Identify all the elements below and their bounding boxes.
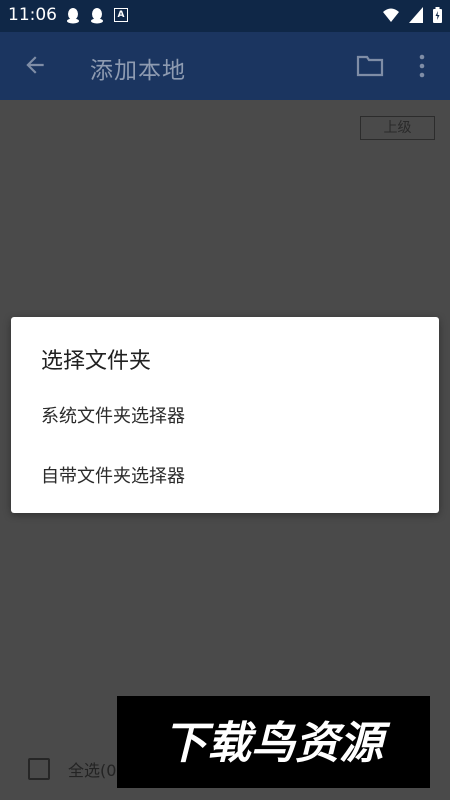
- app-notification-icon: A: [114, 8, 128, 22]
- select-all-label: 全选(0: [68, 761, 117, 780]
- signal-icon: [409, 7, 423, 23]
- notification-icons: A: [66, 8, 128, 24]
- qq-notification-icon: [91, 8, 103, 24]
- choose-folder-dialog: 选择文件夹 系统文件夹选择器 自带文件夹选择器: [11, 317, 439, 513]
- builtin-folder-picker-option[interactable]: 自带文件夹选择器: [41, 462, 185, 488]
- dialog-title: 选择文件夹: [41, 349, 152, 374]
- parent-folder-button[interactable]: 上级: [360, 116, 435, 140]
- status-time: 11:06: [8, 5, 57, 25]
- qq-notification-icon: [67, 8, 79, 24]
- watermark-graphic: 下载鸟资源: [163, 718, 391, 769]
- watermark-text: 下载鸟资源: [163, 718, 391, 769]
- more-options-icon[interactable]: [412, 52, 432, 80]
- wifi-icon: [383, 8, 399, 22]
- battery-icon: [433, 7, 442, 23]
- page-title: 添加本地: [90, 58, 186, 84]
- select-all-checkbox[interactable]: [28, 758, 50, 780]
- select-all-row[interactable]: 全选(0: [28, 757, 116, 781]
- status-bar: 11:06 A: [0, 0, 450, 32]
- folder-icon[interactable]: [356, 54, 384, 78]
- system-folder-picker-option[interactable]: 系统文件夹选择器: [41, 402, 185, 428]
- back-arrow-icon[interactable]: [22, 52, 48, 78]
- app-bar: 添加本地: [0, 32, 450, 100]
- system-icons: [383, 7, 442, 23]
- watermark-logo: 下载鸟资源: [117, 696, 430, 788]
